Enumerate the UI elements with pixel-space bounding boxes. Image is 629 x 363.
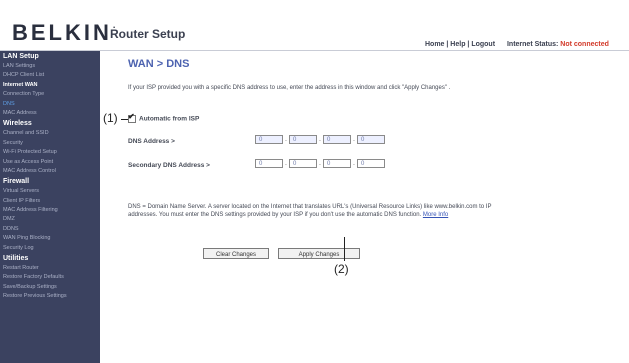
sidebar-item-mac-address[interactable]: MAC Address xyxy=(0,109,100,118)
logo-text: BELKIN xyxy=(12,20,112,45)
dns-explanation: DNS = Domain Name Server. A server locat… xyxy=(128,204,508,219)
sidebar-item-restore-defaults[interactable]: Restore Factory Defaults xyxy=(0,273,100,282)
home-help-logout-links[interactable]: Home | Help | Logout xyxy=(425,41,495,48)
callout-2-label: (2) xyxy=(334,262,349,276)
header-bar: BELKIN. Router Setup Home | Help | Logou… xyxy=(0,0,629,51)
dns-octet-2[interactable]: 0 xyxy=(289,135,317,144)
automatic-from-isp-label: Automatic from ISP xyxy=(139,115,200,123)
ip-separator: . xyxy=(319,136,321,143)
sidebar-section-lan-setup: LAN Setup xyxy=(3,53,39,60)
callout-2-leader xyxy=(344,237,345,261)
secondary-dns-octet-4[interactable]: 0 xyxy=(357,159,385,168)
sidebar-section-utilities: Utilities xyxy=(3,255,29,263)
clear-changes-button[interactable]: Clear Changes xyxy=(203,248,269,259)
main-content: WAN > DNS If your ISP provided you with … xyxy=(105,51,625,363)
secondary-dns-octet-3[interactable]: 0 xyxy=(323,159,351,168)
sidebar-item-connection-type[interactable]: Connection Type xyxy=(0,90,100,99)
callout-1-label: (1) xyxy=(103,111,118,125)
sidebar-item-virtual-servers[interactable]: Virtual Servers xyxy=(0,187,100,196)
sidebar-item-client-ip-filters[interactable]: Client IP Filters xyxy=(0,197,100,206)
ip-separator: . xyxy=(285,136,287,143)
sidebar-item-save-backup[interactable]: Save/Backup Settings xyxy=(0,283,100,292)
internet-status-label: Internet Status: xyxy=(506,41,559,48)
secondary-dns-octet-1[interactable]: 0 xyxy=(255,159,283,168)
sidebar-item-wan-ping-blocking[interactable]: WAN Ping Blocking xyxy=(0,234,100,243)
sidebar-item-restart-router[interactable]: Restart Router xyxy=(0,264,100,273)
sidebar: LAN Setup LAN Settings DHCP Client List … xyxy=(0,51,100,363)
automatic-from-isp-row: ✔ Automatic from ISP xyxy=(128,112,200,123)
sidebar-item-lan-settings[interactable]: LAN Settings xyxy=(0,62,100,71)
dns-octet-4[interactable]: 0 xyxy=(357,135,385,144)
dns-address-label: DNS Address > xyxy=(128,138,175,145)
apply-changes-button[interactable]: Apply Changes xyxy=(278,248,360,259)
secondary-dns-address-label: Secondary DNS Address > xyxy=(128,162,210,169)
sidebar-item-restore-previous[interactable]: Restore Previous Settings xyxy=(0,292,100,301)
sidebar-item-mac-filtering[interactable]: MAC Address Filtering xyxy=(0,206,100,215)
sidebar-item-ddns[interactable]: DDNS xyxy=(0,225,100,234)
belkin-logo: BELKIN. xyxy=(12,20,115,46)
sidebar-item-channel-ssid[interactable]: Channel and SSID xyxy=(0,129,100,138)
dns-octet-1[interactable]: 0 xyxy=(255,135,283,144)
sidebar-item-dhcp-client-list[interactable]: DHCP Client List xyxy=(0,71,100,80)
page-title: WAN > DNS xyxy=(128,58,190,70)
ip-separator: . xyxy=(285,160,287,167)
internet-status-value: Not connected xyxy=(560,41,609,48)
sidebar-item-wifi-protected-setup[interactable]: Wi-Fi Protected Setup xyxy=(0,148,100,157)
callout-1-leader xyxy=(121,119,128,120)
sidebar-item-security-log[interactable]: Security Log xyxy=(0,244,100,253)
more-info-link[interactable]: More Info xyxy=(423,212,448,218)
sidebar-item-dns[interactable]: DNS xyxy=(0,100,100,109)
sidebar-item-mac-address-control[interactable]: MAC Address Control xyxy=(0,167,100,176)
sidebar-item-security[interactable]: Security xyxy=(0,139,100,148)
sidebar-section-wireless: Wireless xyxy=(3,120,32,128)
sidebar-section-firewall: Firewall xyxy=(3,178,30,186)
dns-octet-3[interactable]: 0 xyxy=(323,135,351,144)
intro-text: If your ISP provided you with a specific… xyxy=(128,85,451,91)
app-title: Router Setup xyxy=(110,27,186,41)
sidebar-item-dmz[interactable]: DMZ xyxy=(0,215,100,224)
checkmark-icon: ✔ xyxy=(128,112,135,121)
ip-separator: . xyxy=(353,160,355,167)
top-links: Home | Help | Logout Internet Status: No… xyxy=(425,41,609,48)
sidebar-item-access-point[interactable]: Use as Access Point xyxy=(0,158,100,167)
ip-separator: . xyxy=(319,160,321,167)
automatic-from-isp-checkbox[interactable]: ✔ xyxy=(128,112,136,123)
sidebar-section-internet-wan: Internet WAN xyxy=(3,81,38,88)
ip-separator: . xyxy=(353,136,355,143)
secondary-dns-octet-2[interactable]: 0 xyxy=(289,159,317,168)
